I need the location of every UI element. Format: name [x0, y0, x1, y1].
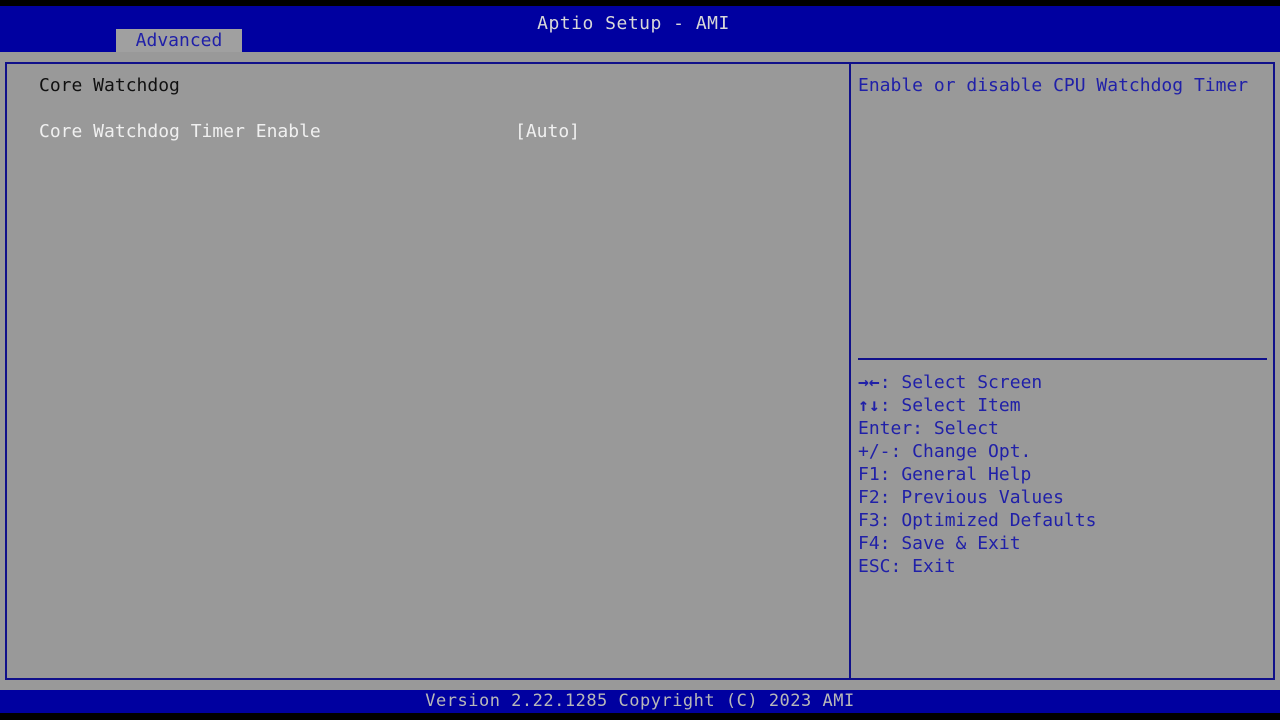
header: Aptio Setup - AMI Advanced: [0, 6, 1280, 52]
key-legend: →←: Select Screen ↑↓: Select Item Enter:…: [858, 371, 1096, 578]
key-f1: F1: General Help: [858, 464, 1032, 485]
setting-label: Core Watchdog Timer Enable: [39, 121, 321, 142]
key-f3: F3: Optimized Defaults: [858, 510, 1097, 531]
key-enter: Enter: Select: [858, 418, 999, 439]
panel-divider: [849, 62, 851, 680]
settings-panel: Core Watchdog: [39, 74, 180, 98]
key-change-opt: +/-: Change Opt.: [858, 441, 1032, 462]
left-right-arrows-icon: →←: [858, 372, 880, 393]
footer-version: Version 2.22.1285 Copyright (C) 2023 AMI: [0, 690, 1280, 713]
tab-advanced[interactable]: Advanced: [116, 29, 242, 52]
help-divider: [858, 358, 1267, 360]
up-down-arrows-icon: ↑↓: [858, 395, 880, 416]
key-f2: F2: Previous Values: [858, 487, 1064, 508]
setting-value[interactable]: [Auto]: [515, 120, 580, 144]
key-esc: ESC: Exit: [858, 556, 956, 577]
help-text: Enable or disable CPU Watchdog Timer: [858, 75, 1249, 96]
setting-row-core-watchdog-timer-enable[interactable]: Core Watchdog Timer Enable [Auto]: [39, 120, 839, 144]
key-f4: F4: Save & Exit: [858, 533, 1021, 554]
bottom-bar: [0, 713, 1280, 720]
key-select-item: ↑↓: Select Item: [858, 395, 1021, 416]
section-title: Core Watchdog: [39, 75, 180, 96]
key-select-screen: →←: Select Screen: [858, 372, 1043, 393]
